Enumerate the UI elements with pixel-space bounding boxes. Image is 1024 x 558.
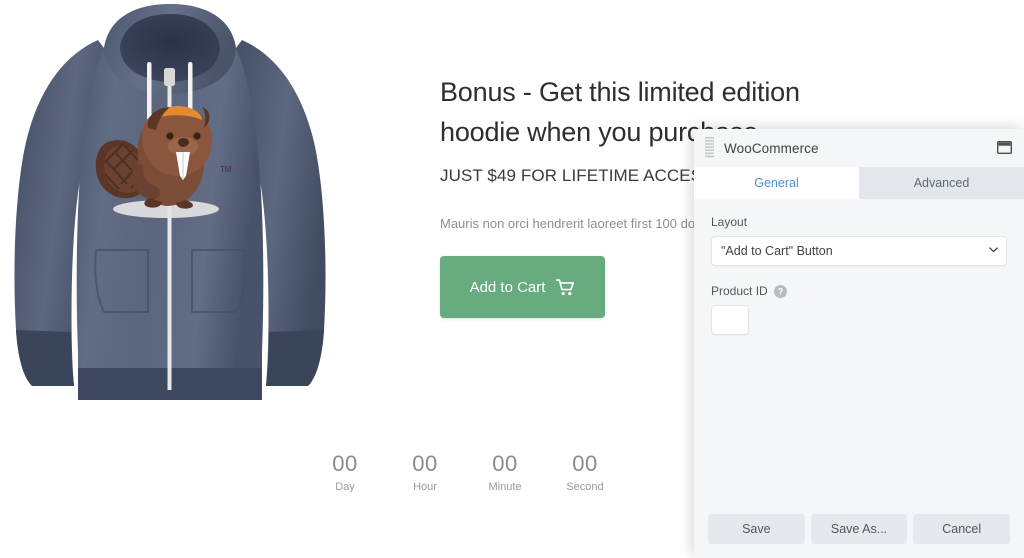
- panel-body: Layout "Add to Cart" Button Product ID ?: [694, 199, 1024, 514]
- help-circle-icon[interactable]: ?: [773, 284, 787, 298]
- product-description: Mauris non orci hendrerit laoreet first …: [440, 216, 702, 231]
- panel-tabs: General Advanced: [694, 167, 1024, 199]
- countdown-value: 00: [492, 451, 518, 476]
- layout-select-wrapper[interactable]: "Add to Cart" Button: [711, 236, 1007, 266]
- shopping-cart-icon: [556, 278, 575, 295]
- countdown-value: 00: [332, 451, 358, 476]
- dock-panel-icon[interactable]: [997, 141, 1012, 154]
- layout-field-label: Layout: [711, 215, 1007, 229]
- countdown-label: Hour: [413, 481, 437, 493]
- countdown-label: Day: [335, 481, 355, 493]
- countdown-timer: 00 Day 00 Hour 00 Minute 00 Second: [305, 450, 625, 493]
- cancel-button[interactable]: Cancel: [913, 514, 1011, 544]
- save-button[interactable]: Save: [708, 514, 805, 544]
- countdown-label: Minute: [488, 481, 522, 493]
- countdown-label: Second: [566, 481, 604, 493]
- hoodie-illustration: TM: [14, 4, 326, 400]
- countdown-unit-hour: 00 Hour: [385, 450, 465, 493]
- svg-text:?: ?: [777, 286, 783, 296]
- countdown-value: 00: [412, 451, 438, 476]
- panel-header[interactable]: WooCommerce: [694, 129, 1024, 167]
- save-as-button[interactable]: Save As...: [810, 514, 908, 544]
- countdown-value: 00: [572, 451, 598, 476]
- product-image: TM: [0, 0, 340, 420]
- drag-handle-icon[interactable]: [705, 137, 714, 159]
- svg-text:TM: TM: [220, 165, 232, 174]
- countdown-unit-second: 00 Second: [545, 450, 625, 493]
- countdown-unit-minute: 00 Minute: [465, 450, 545, 493]
- product-id-input[interactable]: [711, 305, 749, 335]
- layout-select[interactable]: "Add to Cart" Button: [711, 236, 1007, 266]
- layout-label-text: Layout: [711, 215, 748, 229]
- product-id-label-text: Product ID: [711, 284, 768, 298]
- panel-footer: Save Save As... Cancel: [694, 514, 1024, 558]
- chevron-down-icon[interactable]: [989, 247, 998, 253]
- settings-panel: WooCommerce General Advanced Layout "Add…: [694, 129, 1024, 558]
- tab-advanced[interactable]: Advanced: [859, 167, 1024, 199]
- page-root: TM Bonus - Get this limited edition hood…: [0, 0, 1024, 558]
- product-id-field-label: Product ID ?: [711, 284, 1007, 298]
- add-to-cart-button[interactable]: Add to Cart: [440, 256, 605, 318]
- tab-general[interactable]: General: [694, 167, 859, 199]
- panel-title: WooCommerce: [724, 140, 819, 156]
- add-to-cart-label: Add to Cart: [469, 278, 546, 296]
- countdown-unit-day: 00 Day: [305, 450, 385, 493]
